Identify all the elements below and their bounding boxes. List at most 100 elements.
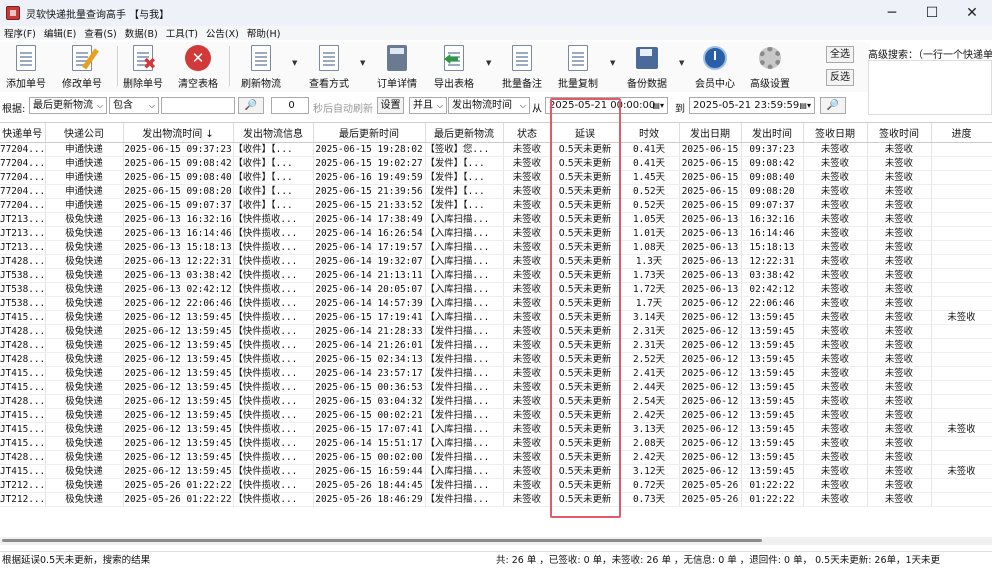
view-dropdown-icon[interactable]: ▼: [360, 59, 365, 67]
table-row[interactable]: JT415... 极兔快递 2025-06-12 13:59:45 【快件揽收... 2…: [0, 422, 992, 437]
table-row[interactable]: JT415... 极兔快递 2025-06-12 13:59:45 【快件揽收... 2…: [0, 380, 992, 395]
col-status-cell: 未签收: [503, 268, 552, 283]
table-row[interactable]: 77204... 申通快递 2025-06-15 09:08:40 【收件】【... 2…: [0, 170, 992, 185]
table-row[interactable]: 77204... 申通快递 2025-06-15 09:08:42 【收件】【... 2…: [0, 156, 992, 171]
col-last-update-time-header[interactable]: 最后更新时间: [313, 123, 426, 143]
table-row[interactable]: JT415... 极兔快递 2025-06-12 13:59:45 【快件揽收... 2…: [0, 366, 992, 381]
col-duration-header[interactable]: 时效: [619, 123, 680, 143]
search-button[interactable]: 🔎: [820, 97, 846, 114]
col-send-info-cell: 【快件揽收...: [233, 310, 314, 325]
table-row[interactable]: JT415... 极兔快递 2025-06-12 13:59:45 【快件揽收... 2…: [0, 464, 992, 479]
invert-selection-button[interactable]: 反选: [826, 69, 854, 86]
menu-notice[interactable]: 公告(X): [202, 26, 243, 40]
col-progress-header[interactable]: 进度: [931, 123, 992, 143]
refresh-button[interactable]: 刷新物流: [231, 44, 291, 90]
col-courier-header[interactable]: 快递公司: [45, 123, 124, 143]
order-detail-button[interactable]: 订单详情: [367, 44, 427, 90]
col-send-date-cell: 2025-06-12: [679, 366, 742, 381]
filter-field-select[interactable]: 最后更新物流 ⌵: [29, 97, 107, 114]
menu-data[interactable]: 数据(B): [121, 26, 162, 40]
batch-note-button[interactable]: 批量备注: [492, 44, 552, 90]
table-row[interactable]: JT213... 极兔快递 2025-06-13 16:32:16 【快件揽收... 2…: [0, 212, 992, 227]
to-datetime-picker[interactable]: 2025-05-21 23:59:59 ▤▾: [689, 97, 815, 114]
col-tracking-number-header[interactable]: 快递单号: [0, 123, 46, 143]
batch-copy-button[interactable]: 批量复制: [548, 44, 608, 90]
col-delay-cell: 0.5天未更新: [551, 198, 620, 213]
delete-button[interactable]: ✖ 删除单号: [113, 44, 173, 90]
menu-view[interactable]: 查看(S): [80, 26, 120, 40]
search-icon[interactable]: 🔎: [238, 97, 264, 114]
time-field-select[interactable]: 发出物流时间 ⌵: [448, 97, 530, 114]
col-send-info-header[interactable]: 发出物流信息: [233, 123, 314, 143]
col-tracking-number-cell: JT538...: [0, 296, 46, 311]
col-courier-cell: 极兔快递: [45, 478, 124, 493]
advanced-settings-button[interactable]: 高级设置: [740, 44, 800, 90]
view-mode-button[interactable]: 查看方式: [299, 44, 359, 90]
col-sign-date-cell: 未签收: [803, 338, 868, 353]
refresh-dropdown-icon[interactable]: ▼: [292, 59, 297, 67]
col-send-date-cell: 2025-06-13: [679, 212, 742, 227]
table-row[interactable]: JT428... 极兔快递 2025-06-12 13:59:45 【快件揽收... 2…: [0, 324, 992, 339]
export-dropdown-icon[interactable]: ▼: [486, 59, 491, 67]
copy-dropdown-icon[interactable]: ▼: [610, 59, 615, 67]
col-send-date-header[interactable]: 发出日期: [679, 123, 742, 143]
table-row[interactable]: JT538... 极兔快递 2025-06-13 03:38:42 【快件揽收... 2…: [0, 268, 992, 283]
table-row[interactable]: JT212... 极兔快递 2025-05-26 01:22:22 【快件揽收... 2…: [0, 478, 992, 493]
col-sign-time-header[interactable]: 签收时间: [867, 123, 932, 143]
table-row[interactable]: JT212... 极兔快递 2025-05-26 01:22:22 【快件揽收... 2…: [0, 492, 992, 507]
col-send-time-header[interactable]: 发出物流时间 ↓: [123, 123, 234, 143]
close-button[interactable]: ✕: [952, 0, 992, 26]
from-datetime-picker[interactable]: 2025-05-21 00:00:00 ▤▾: [545, 97, 668, 114]
col-courier-cell: 极兔快递: [45, 226, 124, 241]
backup-dropdown-icon[interactable]: ▼: [679, 59, 684, 67]
col-send-date-cell: 2025-06-15: [679, 170, 742, 185]
table-row[interactable]: JT428... 极兔快递 2025-06-12 13:59:45 【快件揽收... 2…: [0, 450, 992, 465]
col-last-update-time-cell: 2025-06-14 16:26:54: [313, 226, 426, 241]
menu-tools[interactable]: 工具(T): [162, 26, 202, 40]
edit-button[interactable]: 修改单号: [52, 44, 112, 90]
col-status-header[interactable]: 状态: [503, 123, 552, 143]
table-row[interactable]: JT538... 极兔快递 2025-06-12 22:06:46 【快件揽收... 2…: [0, 296, 992, 311]
keyword-input[interactable]: [161, 97, 235, 114]
auto-refresh-input[interactable]: 0: [271, 97, 309, 114]
window-title: 灵软快递批量查询高手 【与我】: [26, 9, 170, 21]
table-row[interactable]: JT428... 极兔快递 2025-06-12 13:59:45 【快件揽收... 2…: [0, 352, 992, 367]
table-row[interactable]: JT428... 极兔快递 2025-06-12 13:59:45 【快件揽收... 2…: [0, 338, 992, 353]
menu-edit[interactable]: 编辑(E): [40, 26, 80, 40]
maximize-button[interactable]: ☐: [912, 0, 952, 26]
col-progress-cell: [931, 394, 992, 409]
minimize-button[interactable]: ─: [872, 0, 912, 26]
select-all-button[interactable]: 全选: [826, 46, 854, 63]
col-status-cell: 未签收: [503, 310, 552, 325]
table-row[interactable]: 77204... 申通快递 2025-06-15 09:07:37 【收件】【... 2…: [0, 198, 992, 213]
calendar-icon: ▤▾: [652, 101, 664, 110]
table-row[interactable]: JT213... 极兔快递 2025-06-13 16:14:46 【快件揽收... 2…: [0, 226, 992, 241]
table-row[interactable]: JT415... 极兔快递 2025-06-12 13:59:45 【快件揽收... 2…: [0, 408, 992, 423]
col-last-update-info-header[interactable]: 最后更新物流: [425, 123, 504, 143]
col-send-clock-header[interactable]: 发出时间: [741, 123, 804, 143]
filter-match-select[interactable]: 包含 ⌵: [109, 97, 159, 114]
table-row[interactable]: JT538... 极兔快递 2025-06-13 02:42:12 【快件揽收... 2…: [0, 282, 992, 297]
table-row[interactable]: JT428... 极兔快递 2025-06-12 13:59:45 【快件揽收... 2…: [0, 394, 992, 409]
clear-table-button[interactable]: ✕ 清空表格: [168, 44, 228, 90]
col-delay-header[interactable]: 延误: [551, 123, 620, 143]
table-row[interactable]: JT415... 极兔快递 2025-06-12 13:59:45 【快件揽收... 2…: [0, 310, 992, 325]
add-button[interactable]: 添加单号: [0, 44, 56, 90]
table-row[interactable]: JT415... 极兔快递 2025-06-12 13:59:45 【快件揽收... 2…: [0, 436, 992, 451]
table-row[interactable]: JT428... 极兔快递 2025-06-13 12:22:31 【快件揽收... 2…: [0, 254, 992, 269]
menu-help[interactable]: 帮助(H): [243, 26, 285, 40]
table-row[interactable]: 77204... 申通快递 2025-06-15 09:37:23 【收件】【... 2…: [0, 142, 992, 157]
horizontal-scrollbar[interactable]: [0, 537, 992, 545]
menu-program[interactable]: 程序(F): [0, 26, 40, 40]
table-row[interactable]: 77204... 申通快递 2025-06-15 09:08:20 【收件】【... 2…: [0, 184, 992, 199]
col-duration-cell: 2.52天: [619, 352, 680, 367]
scrollbar-thumb[interactable]: [2, 539, 762, 542]
advanced-search-textarea[interactable]: [868, 60, 992, 115]
settings-button[interactable]: 设置: [377, 97, 404, 114]
backup-button[interactable]: 备份数据: [617, 44, 677, 90]
export-button[interactable]: 导出表格: [424, 44, 484, 90]
member-center-button[interactable]: 会员中心: [685, 44, 745, 90]
logic-select[interactable]: 并且 ⌵: [409, 97, 447, 114]
table-row[interactable]: JT213... 极兔快递 2025-06-13 15:18:13 【快件揽收... 2…: [0, 240, 992, 255]
col-sign-date-header[interactable]: 签收日期: [803, 123, 868, 143]
